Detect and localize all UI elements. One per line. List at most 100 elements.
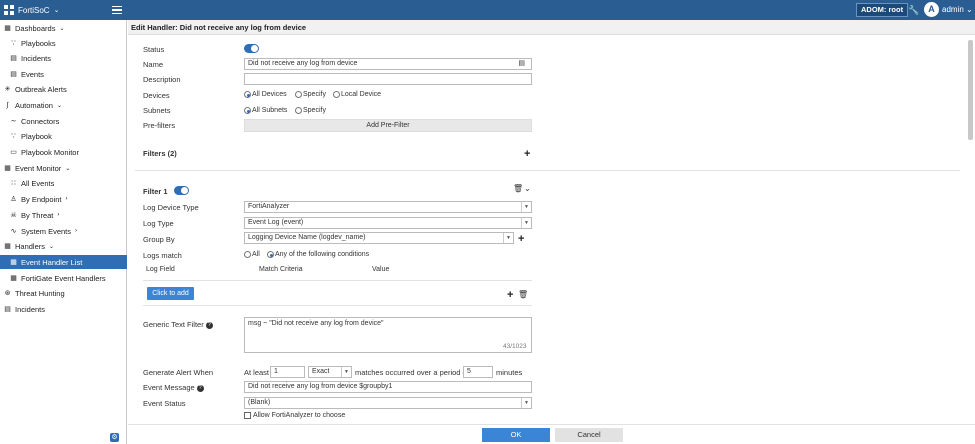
radio-selected-icon <box>244 107 251 114</box>
radio-icon <box>244 251 251 258</box>
group-by-label: Group By <box>143 235 175 244</box>
logs-match-any-radio[interactable]: Any of the following conditions <box>267 251 369 258</box>
log-device-type-label: Log Device Type <box>143 203 199 212</box>
help-icon[interactable]: ? <box>196 384 204 392</box>
scrollbar[interactable] <box>968 40 973 140</box>
sidebar-item-playbooks[interactable]: ∵ Playbooks <box>0 36 127 50</box>
cancel-button[interactable]: Cancel <box>555 428 623 442</box>
automation-icon: ∫ <box>6 101 9 109</box>
col-log-field: Log Field <box>146 266 175 273</box>
add-condition-icon[interactable]: + <box>507 290 513 301</box>
caret-down-icon: ▼ <box>521 202 531 212</box>
minutes-text: minutes <box>496 368 523 377</box>
add-group-by-icon[interactable]: + <box>518 234 524 245</box>
sidebar-item-threat-hunting[interactable]: ⊛ Threat Hunting <box>0 286 127 300</box>
devices-all-radio[interactable]: All Devices <box>244 91 287 98</box>
event-message-input[interactable]: Did not receive any log from device $gro… <box>244 381 532 393</box>
add-prefilter-button[interactable]: Add Pre-Filter <box>244 119 532 132</box>
filters-count: (2) <box>167 149 177 158</box>
devices-specify-radio[interactable]: Specify <box>295 91 326 98</box>
user-name: admin <box>942 5 964 14</box>
logs-match-all-radio[interactable]: All <box>244 251 260 258</box>
logs-match-label: Logs match <box>143 251 182 260</box>
name-input[interactable]: Did not receive any log from device ▤ <box>244 58 532 70</box>
chevron-right-icon: › <box>75 228 78 234</box>
select-value: Event Log (event) <box>248 219 304 226</box>
sidebar-item-event-handler-list[interactable]: ▦ Event Handler List <box>0 255 127 269</box>
radio-selected-icon <box>244 91 251 98</box>
avatar[interactable]: A <box>924 2 939 17</box>
dashboard-icon: ▦ <box>4 25 11 32</box>
endpoint-icon: ♙ <box>10 196 17 203</box>
ok-button[interactable]: OK <box>482 428 550 442</box>
caret-down-icon: ▼ <box>521 218 531 228</box>
sidebar-item-incidents-main[interactable]: ▤ Incidents <box>0 302 127 316</box>
radio-label: Specify <box>303 91 326 98</box>
sidebar-item-dashboards[interactable]: ▦ Dashboards ⌄ <box>0 21 127 35</box>
table-divider <box>143 305 532 306</box>
period-input[interactable]: 5 <box>463 366 493 378</box>
sidebar-item-incidents[interactable]: ▤ Incidents <box>0 51 127 65</box>
caret-down-icon: ▼ <box>341 367 351 377</box>
char-counter: 43/1023 <box>503 343 527 350</box>
event-status-select[interactable]: (Blank) ▼ <box>244 397 532 409</box>
sidebar-item-all-events[interactable]: ∷ All Events <box>0 176 127 190</box>
add-filter-icon[interactable]: + <box>524 149 530 160</box>
incidents-icon: ▤ <box>10 55 17 62</box>
allow-fortianalyzer-checkbox[interactable]: Allow FortiAnalyzer to choose <box>244 412 345 419</box>
chevron-down-icon: ⌄ <box>56 102 62 109</box>
sidebar-item-playbook-monitor[interactable]: ▭ Playbook Monitor <box>0 145 127 159</box>
sidebar-item-fortigate-event-handlers[interactable]: ▦ FortiGate Event Handlers <box>0 271 127 285</box>
subnets-specify-radio[interactable]: Specify <box>295 107 326 114</box>
status-toggle[interactable] <box>244 44 259 53</box>
trash-icon[interactable]: 🗑 <box>518 290 528 299</box>
settings-icon[interactable]: ⚙ <box>110 433 119 442</box>
sidebar-item-handlers[interactable]: ▦ Handlers ⌄ <box>0 239 127 253</box>
at-least-input[interactable]: 1 <box>270 366 305 378</box>
sidebar-item-system-events[interactable]: ∿ System Events › <box>0 224 127 238</box>
description-input[interactable] <box>244 73 532 85</box>
sidebar-item-events[interactable]: ▤ Events <box>0 67 127 81</box>
tools-icon[interactable]: 🔧 <box>908 5 919 16</box>
sidebar-item-automation[interactable]: ∫ Automation ⌄ <box>0 98 127 112</box>
log-device-type-select[interactable]: FortiAnalyzer ▼ <box>244 201 532 213</box>
sidebar-item-label: Incidents <box>21 53 52 63</box>
radio-selected-icon <box>267 251 274 258</box>
brand-menu[interactable]: FortiSoC ⌄ <box>0 0 127 20</box>
all-events-icon: ∷ <box>11 180 16 187</box>
sidebar-item-label: Threat Hunting <box>15 288 65 298</box>
chevron-right-icon: › <box>65 196 68 202</box>
generic-text-filter-textarea[interactable]: msg ~ "Did not receive any log from devi… <box>244 317 532 353</box>
sidebar-item-label: All Events <box>21 178 55 188</box>
group-by-select[interactable]: Logging Device Name (logdev_name) ▼ <box>244 232 514 244</box>
chevron-down-icon: ⌄ <box>59 25 65 32</box>
prefilters-label: Pre-filters <box>143 121 176 130</box>
adom-selector[interactable]: ADOM: root <box>856 3 909 17</box>
edit-icon[interactable]: ▤ <box>518 59 525 69</box>
sidebar-item-by-threat[interactable]: ☠ By Threat › <box>0 208 127 222</box>
sidebar-item-label: FortiGate Event Handlers <box>21 273 106 283</box>
sidebar-item-playbook[interactable]: ∵ Playbook <box>0 129 127 143</box>
sidebar-item-outbreak-alerts[interactable]: ✳ Outbreak Alerts <box>0 82 127 96</box>
subnets-all-radio[interactable]: All Subnets <box>244 107 287 114</box>
sidebar-item-event-monitor[interactable]: ▦ Event Monitor ⌄ <box>0 161 127 175</box>
log-type-select[interactable]: Event Log (event) ▼ <box>244 217 532 229</box>
click-to-add-button[interactable]: Click to add <box>147 287 194 300</box>
divider <box>135 170 960 171</box>
match-type-select[interactable]: Exact ▼ <box>308 366 352 378</box>
playbooks-icon: ∵ <box>11 40 16 47</box>
sidebar-item-by-endpoint[interactable]: ♙ By Endpoint › <box>0 192 127 206</box>
playbook-icon: ∵ <box>11 133 16 140</box>
col-value: Value <box>372 266 390 273</box>
hamburger-menu-icon[interactable] <box>112 4 122 16</box>
user-menu[interactable]: admin ⌄ <box>942 5 973 14</box>
sidebar-item-connectors[interactable]: ∼ Connectors <box>0 114 127 128</box>
help-icon[interactable]: ? <box>205 321 213 329</box>
description-label: Description <box>143 75 181 84</box>
chevron-down-icon[interactable]: ⌄ <box>524 184 531 193</box>
radio-icon <box>333 91 340 98</box>
filter1-toggle[interactable] <box>174 186 189 195</box>
devices-local-radio[interactable]: Local Device <box>333 91 381 98</box>
threat-hunting-icon: ⊛ <box>4 290 11 297</box>
trash-icon[interactable]: 🗑 <box>513 184 523 193</box>
